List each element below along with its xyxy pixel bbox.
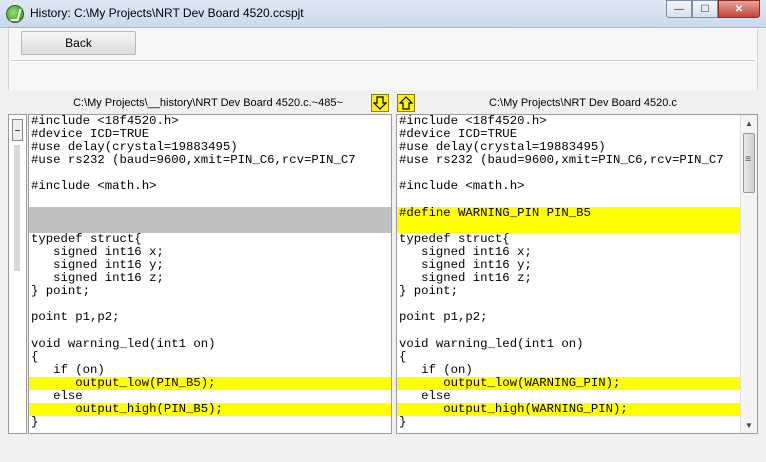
code-line: #include <18f4520.h> <box>399 115 547 128</box>
code-line: #device ICD=TRUE <box>399 128 518 142</box>
code-line: #use rs232 (baud=9600,xmit=PIN_C6,rcv=PI… <box>31 154 356 168</box>
code-line: point p1,p2; <box>31 311 120 325</box>
code-line: signed int16 y; <box>31 259 164 273</box>
code-line: #define WARNING_PIN PIN_B5 <box>397 206 742 220</box>
code-line: typedef struct{ <box>399 232 510 246</box>
code-line: #device ICD=TRUE <box>31 128 150 142</box>
toolbar: Back <box>8 28 758 90</box>
code-line <box>29 219 391 233</box>
left-code-content: #include <18f4520.h> #device ICD=TRUE #use… <box>29 115 391 429</box>
code-line: } point; <box>399 285 459 299</box>
close-button[interactable]: ✕ <box>718 0 760 18</box>
code-line: void warning_led(int1 on) <box>31 337 216 351</box>
code-line: signed int16 z; <box>31 272 164 286</box>
code-line: if (on) <box>399 363 473 377</box>
toolbar-divider <box>11 60 755 62</box>
code-line: #include <18f4520.h> <box>31 115 179 128</box>
code-line: signed int16 y; <box>399 259 532 273</box>
code-line: else <box>31 389 83 403</box>
app-logo-icon <box>6 5 24 23</box>
diff-overview-gutter[interactable] <box>8 114 27 434</box>
code-line <box>397 219 742 233</box>
vertical-scrollbar[interactable]: ▲ ▼ <box>740 115 757 433</box>
code-line: output_high(WARNING_PIN); <box>397 403 742 417</box>
scroll-up-icon[interactable]: ▲ <box>741 115 757 131</box>
title-bar: History: C:\My Projects\NRT Dev Board 45… <box>0 0 766 28</box>
scroll-down-icon[interactable]: ▼ <box>741 417 757 433</box>
code-line: #use rs232 (baud=9600,xmit=PIN_C6,rcv=PI… <box>399 154 724 168</box>
right-pane-header: C:\My Projects\NRT Dev Board 4520.c <box>489 97 677 109</box>
code-line: #include <math.h> <box>31 180 157 194</box>
code-line: } point; <box>31 285 91 299</box>
right-code-pane[interactable]: #include <18f4520.h> #device ICD=TRUE #use… <box>396 114 758 434</box>
code-line: { <box>399 350 407 364</box>
window-controls: — ☐ ✕ <box>666 0 760 18</box>
code-line: void warning_led(int1 on) <box>399 337 584 351</box>
code-line: #include <math.h> <box>399 180 525 194</box>
code-line: output_high(PIN_B5); <box>29 403 391 417</box>
code-line: output_low(PIN_B5); <box>29 376 391 390</box>
code-line <box>29 206 391 220</box>
code-line: output_low(WARNING_PIN); <box>397 376 742 390</box>
code-line: signed int16 z; <box>399 272 532 286</box>
right-code-content: #include <18f4520.h> #device ICD=TRUE #use… <box>397 115 742 429</box>
code-line: signed int16 x; <box>399 245 532 259</box>
code-line: } <box>399 416 407 430</box>
left-code-pane[interactable]: #include <18f4520.h> #device ICD=TRUE #use… <box>28 114 392 434</box>
left-pane-header: C:\My Projects\__history\NRT Dev Board 4… <box>73 97 343 109</box>
copy-left-to-right-button[interactable] <box>371 94 389 112</box>
code-line: } <box>31 416 39 430</box>
status-bar <box>0 436 766 462</box>
arrow-up-icon <box>399 96 413 110</box>
back-button[interactable]: Back <box>21 31 136 55</box>
code-line: #use delay(crystal=19883495) <box>31 141 238 155</box>
window-title: History: C:\My Projects\NRT Dev Board 45… <box>30 6 304 20</box>
overview-track <box>14 145 20 271</box>
code-line: typedef struct{ <box>31 232 142 246</box>
maximize-button[interactable]: ☐ <box>692 0 718 18</box>
copy-right-to-left-button[interactable] <box>397 94 415 112</box>
scrollbar-thumb[interactable] <box>743 133 755 193</box>
minimize-button[interactable]: — <box>666 0 692 18</box>
code-line: else <box>399 389 451 403</box>
code-line: point p1,p2; <box>399 311 488 325</box>
code-line: { <box>31 350 39 364</box>
code-line: if (on) <box>31 363 105 377</box>
code-line: #use delay(crystal=19883495) <box>399 141 606 155</box>
arrow-down-icon <box>373 96 387 110</box>
overview-position-marker[interactable] <box>12 119 23 141</box>
code-line: signed int16 x; <box>31 245 164 259</box>
